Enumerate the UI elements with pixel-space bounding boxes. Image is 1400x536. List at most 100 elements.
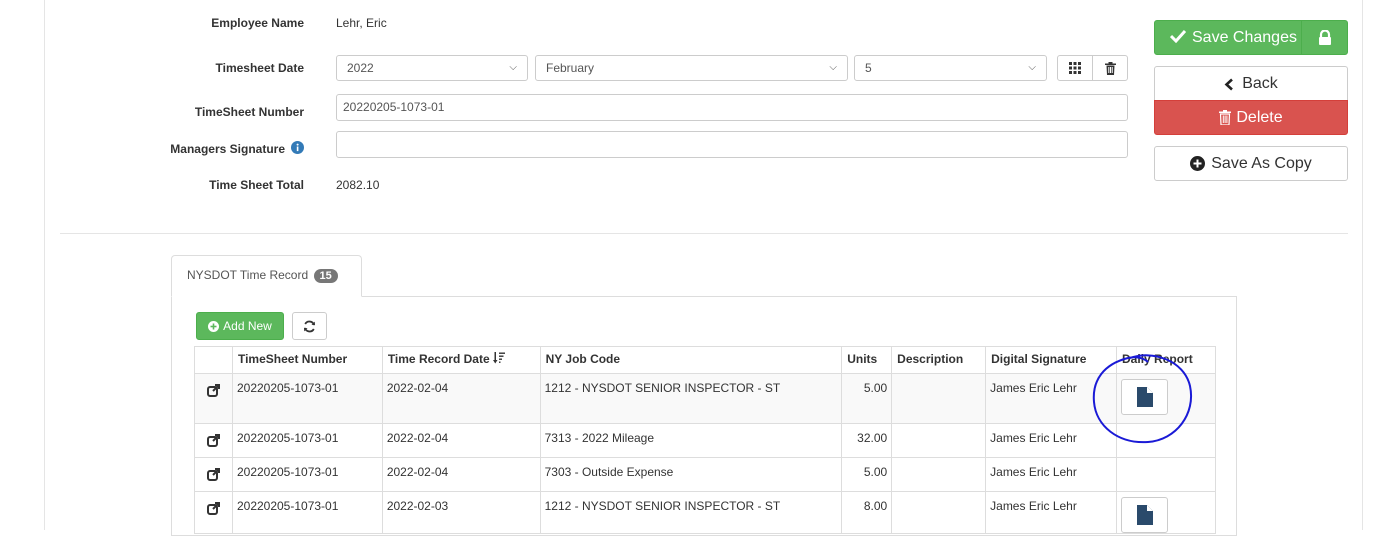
cell-units: 8.00 xyxy=(841,491,893,534)
cell-digital-signature: James Eric Lehr xyxy=(985,423,1118,458)
cell-units: 32.00 xyxy=(841,423,893,458)
row-edit-cell[interactable] xyxy=(194,457,233,492)
cell-daily-report xyxy=(1116,373,1216,424)
save-as-copy-button[interactable]: Save As Copy xyxy=(1154,146,1348,181)
employee-name-value: Lehr, Eric xyxy=(336,16,387,30)
external-link-icon[interactable] xyxy=(206,384,220,397)
table-row: 20220205-1073-01 2022-02-04 7313 - 2022 … xyxy=(194,423,1216,458)
save-as-copy-label: Save As Copy xyxy=(1211,154,1312,172)
month-select-value: February xyxy=(546,61,595,75)
cell-timesheet-number: 20220205-1073-01 xyxy=(231,373,383,424)
timesheet-date-label: Timesheet Date xyxy=(215,61,304,75)
delete-button[interactable]: Delete xyxy=(1154,100,1348,135)
file-icon xyxy=(1136,387,1153,407)
check-icon xyxy=(1169,29,1187,48)
plus-circle-icon xyxy=(208,320,220,332)
employee-name-label: Employee Name xyxy=(211,16,304,30)
year-select-value: 2022 xyxy=(347,61,374,75)
managers-signature-input[interactable] xyxy=(336,131,1128,158)
table-row: 20220205-1073-01 2022-02-04 7303 - Outsi… xyxy=(194,457,1216,492)
day-select[interactable]: 5 ⌵ xyxy=(854,55,1047,81)
cell-ny-job-code: 7313 - 2022 Mileage xyxy=(539,423,843,458)
header-ny-job-code[interactable]: NY Job Code xyxy=(539,346,843,374)
external-link-icon[interactable] xyxy=(206,468,220,481)
row-edit-cell[interactable] xyxy=(194,491,233,534)
refresh-icon xyxy=(304,320,315,332)
daily-report-button[interactable] xyxy=(1121,497,1169,533)
plus-circle-icon xyxy=(1190,156,1206,171)
managers-signature-label: Managers Signature xyxy=(170,142,285,156)
header-description[interactable]: Description xyxy=(891,346,987,374)
cell-ny-job-code: 1212 - NYSDOT SENIOR INSPECTOR - ST xyxy=(539,491,843,534)
cell-time-record-date: 2022-02-04 xyxy=(381,423,541,458)
table-header-row: TimeSheet Number Time Record Date NY Job… xyxy=(194,346,1216,374)
external-link-icon[interactable] xyxy=(206,434,220,447)
daily-report-button[interactable] xyxy=(1121,379,1169,415)
save-changes-label: Save Changes xyxy=(1192,29,1297,46)
chevron-down-icon: ⌵ xyxy=(1028,62,1036,73)
header-timesheet-number[interactable]: TimeSheet Number xyxy=(231,346,383,374)
cell-ny-job-code: 1212 - NYSDOT SENIOR INSPECTOR - ST xyxy=(539,373,843,424)
tab-label: NYSDOT Time Record xyxy=(187,268,309,282)
back-label: Back xyxy=(1242,75,1278,92)
time-record-table: TimeSheet Number Time Record Date NY Job… xyxy=(194,346,1216,534)
cell-units: 5.00 xyxy=(841,457,893,492)
header-time-record-date[interactable]: Time Record Date xyxy=(381,346,541,374)
time-sheet-total-value: 2082.10 xyxy=(336,178,380,192)
cell-units: 5.00 xyxy=(841,373,893,424)
refresh-button[interactable] xyxy=(292,312,327,340)
cell-description xyxy=(891,423,987,458)
cell-timesheet-number: 20220205-1073-01 xyxy=(231,423,383,458)
month-select[interactable]: February ⌵ xyxy=(535,55,848,81)
cell-daily-report xyxy=(1116,491,1216,534)
add-new-label: Add New xyxy=(223,319,272,333)
clear-date-button[interactable] xyxy=(1092,55,1128,81)
day-select-value: 5 xyxy=(865,61,872,75)
cell-daily-report xyxy=(1116,457,1216,492)
cell-timesheet-number: 20220205-1073-01 xyxy=(231,491,383,534)
count-badge: 15 xyxy=(313,269,338,283)
cell-digital-signature: James Eric Lehr xyxy=(985,491,1118,534)
header-daily-report[interactable]: Daily Report xyxy=(1116,346,1216,374)
cell-digital-signature: James Eric Lehr xyxy=(985,457,1118,492)
cell-description xyxy=(891,457,987,492)
cell-time-record-date: 2022-02-04 xyxy=(381,457,541,492)
add-new-button[interactable]: Add New xyxy=(196,312,284,340)
lock-icon xyxy=(1301,21,1347,54)
section-divider xyxy=(60,233,1348,234)
chevron-left-icon xyxy=(1224,78,1234,90)
external-link-icon[interactable] xyxy=(206,502,220,515)
row-edit-cell[interactable] xyxy=(194,423,233,458)
cell-description xyxy=(891,373,987,424)
sort-desc-icon xyxy=(492,352,505,364)
trash-icon xyxy=(1219,110,1232,125)
header-units[interactable]: Units xyxy=(841,346,893,374)
chevron-down-icon: ⌵ xyxy=(509,62,517,73)
cell-ny-job-code: 7303 - Outside Expense xyxy=(539,457,843,492)
header-digital-signature[interactable]: Digital Signature xyxy=(985,346,1118,374)
timesheet-number-input[interactable]: 20220205-1073-01 xyxy=(336,94,1128,121)
year-select[interactable]: 2022 ⌵ xyxy=(336,55,528,81)
table-row: 20220205-1073-01 2022-02-04 1212 - NYSDO… xyxy=(194,373,1216,424)
cell-digital-signature: James Eric Lehr xyxy=(985,373,1118,424)
grid-icon xyxy=(1069,62,1081,74)
delete-label: Delete xyxy=(1236,108,1283,126)
cell-description xyxy=(891,491,987,534)
header-edit xyxy=(194,346,233,374)
cell-daily-report xyxy=(1116,423,1216,458)
save-changes-button[interactable]: Save Changes xyxy=(1154,20,1348,55)
calendar-button[interactable] xyxy=(1057,55,1093,81)
time-sheet-total-label: Time Sheet Total xyxy=(209,178,304,192)
page-border-left xyxy=(44,0,45,530)
cell-time-record-date: 2022-02-03 xyxy=(381,491,541,534)
timesheet-number-label: TimeSheet Number xyxy=(194,105,304,119)
row-edit-cell[interactable] xyxy=(194,373,233,424)
cell-time-record-date: 2022-02-04 xyxy=(381,373,541,424)
trash-icon xyxy=(1104,61,1116,75)
info-icon[interactable] xyxy=(291,141,304,154)
file-icon xyxy=(1136,505,1153,525)
tab-nysdot-time-record[interactable]: NYSDOT Time Record 15 xyxy=(171,255,362,297)
back-button[interactable]: Back xyxy=(1154,66,1348,101)
cell-timesheet-number: 20220205-1073-01 xyxy=(231,457,383,492)
table-row: 20220205-1073-01 2022-02-03 1212 - NYSDO… xyxy=(194,491,1216,534)
